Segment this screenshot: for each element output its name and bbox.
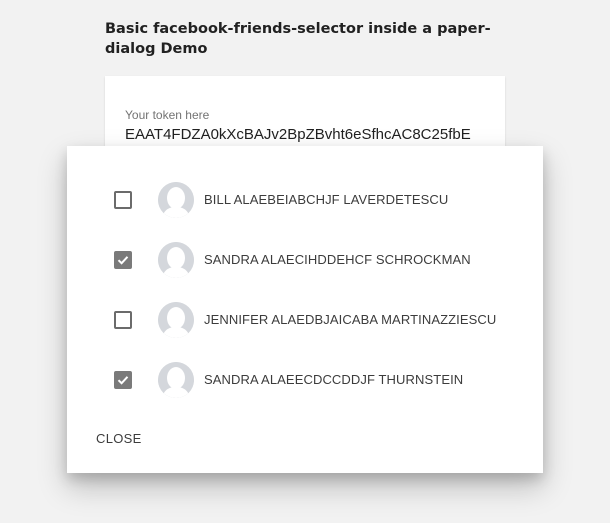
- avatar: [158, 242, 194, 278]
- person-silhouette-icon: [158, 182, 194, 218]
- friend-name: BILL ALAEBEIABCHJF LAVERDETESCU: [204, 192, 449, 207]
- checkmark-icon: [117, 256, 129, 265]
- person-silhouette-icon: [158, 302, 194, 338]
- friends-dialog: BILL ALAEBEIABCHJF LAVERDETESCU SANDRA AL…: [67, 146, 543, 473]
- person-silhouette-icon: [158, 242, 194, 278]
- checkmark-icon: [117, 376, 129, 385]
- friend-row[interactable]: SANDRA ALAEECDCCDDJF THURNSTEIN: [67, 350, 543, 410]
- checkbox-unchecked[interactable]: [114, 191, 132, 209]
- friend-row[interactable]: JENNIFER ALAEDBJAICABA MARTINAZZIESCU: [67, 290, 543, 350]
- avatar: [158, 302, 194, 338]
- checkbox-unchecked[interactable]: [114, 311, 132, 329]
- token-input[interactable]: EAAT4FDZA0kXcBAJv2BpZBvht6eSfhcAC8C25fbE: [125, 126, 493, 143]
- demo-title: Basic facebook-friends-selector inside a…: [105, 21, 491, 57]
- friend-name: SANDRA ALAECIHDDEHCF SCHROCKMAN: [204, 252, 471, 267]
- friend-name: JENNIFER ALAEDBJAICABA MARTINAZZIESCU: [204, 312, 497, 327]
- checkbox-checked[interactable]: [114, 251, 132, 269]
- token-label: Your token here: [125, 108, 210, 122]
- avatar: [158, 362, 194, 398]
- person-silhouette-icon: [158, 362, 194, 398]
- friend-name: SANDRA ALAEECDCCDDJF THURNSTEIN: [204, 372, 464, 387]
- friend-row[interactable]: BILL ALAEBEIABCHJF LAVERDETESCU: [67, 170, 543, 230]
- checkbox-checked[interactable]: [114, 371, 132, 389]
- close-button[interactable]: CLOSE: [89, 427, 149, 450]
- friend-row[interactable]: SANDRA ALAECIHDDEHCF SCHROCKMAN: [67, 230, 543, 290]
- page: Basic facebook-friends-selector inside a…: [0, 0, 610, 523]
- avatar: [158, 182, 194, 218]
